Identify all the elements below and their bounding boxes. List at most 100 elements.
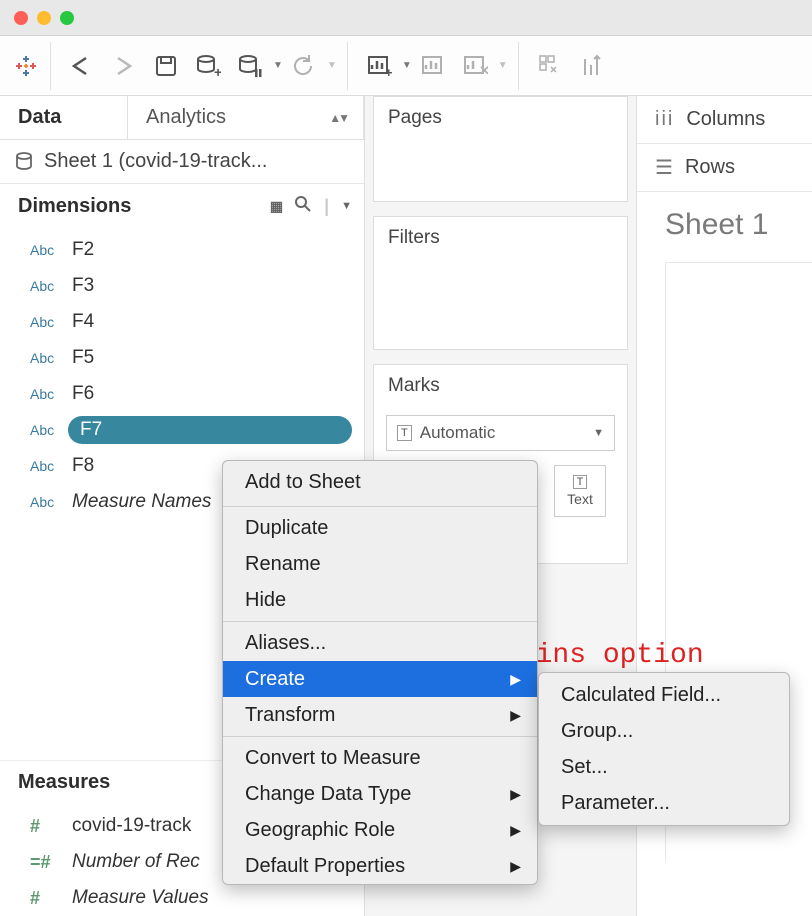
tab-analytics[interactable]: Analytics ▲▼ bbox=[128, 96, 364, 139]
dimension-f7[interactable]: AbcF7 bbox=[0, 412, 364, 448]
abc-type-icon: Abc bbox=[30, 458, 60, 474]
menu-item-convert-to-measure[interactable]: Convert to Measure bbox=[223, 740, 537, 776]
submenu-arrow-icon: ▶ bbox=[510, 858, 521, 875]
menu-item-label: Change Data Type bbox=[245, 783, 411, 806]
menu-item-create[interactable]: Create ▶ bbox=[223, 661, 537, 697]
datasource-row[interactable]: Sheet 1 (covid-19-track... bbox=[0, 140, 364, 184]
menu-item-geographic-role[interactable]: Geographic Role▶ bbox=[223, 812, 537, 848]
dimensions-label: Dimensions bbox=[18, 195, 131, 218]
abc-type-icon: Abc bbox=[30, 242, 60, 258]
submenu-arrow-icon: ▶ bbox=[510, 707, 521, 724]
filters-label: Filters bbox=[374, 217, 627, 259]
svg-text:+: + bbox=[385, 65, 392, 79]
menu-item-label: Transform bbox=[245, 704, 335, 727]
pause-datasource-button[interactable] bbox=[229, 43, 271, 89]
dimension-f4[interactable]: AbcF4 bbox=[0, 304, 364, 340]
refresh-button[interactable] bbox=[283, 43, 325, 89]
marks-label: Marks bbox=[374, 365, 627, 407]
text-type-icon: T bbox=[397, 425, 412, 441]
tableau-logo-icon bbox=[12, 52, 40, 80]
field-name: Number of Rec bbox=[72, 851, 200, 873]
submenu-item-parameter[interactable]: Parameter... bbox=[539, 785, 789, 821]
sort-button[interactable] bbox=[571, 43, 613, 89]
columns-label: Columns bbox=[686, 108, 765, 131]
menu-item-label: Group... bbox=[561, 720, 633, 743]
tab-data[interactable]: Data bbox=[0, 96, 128, 139]
new-worksheet-button[interactable]: + bbox=[358, 43, 400, 89]
filters-shelf[interactable]: Filters bbox=[373, 216, 628, 350]
chevron-down-icon[interactable]: ▼ bbox=[496, 60, 508, 71]
field-name: Measure Values bbox=[72, 887, 209, 909]
minimize-window-button[interactable] bbox=[37, 11, 51, 25]
menu-item-transform[interactable]: Transform ▶ bbox=[223, 697, 537, 733]
abc-type-icon: Abc bbox=[30, 386, 60, 402]
submenu-arrow-icon: ▶ bbox=[510, 671, 521, 688]
datasource-icon bbox=[14, 151, 34, 173]
new-datasource-button[interactable]: + bbox=[187, 43, 229, 89]
menu-item-add-to-sheet[interactable]: Add to Sheet bbox=[223, 461, 537, 503]
close-window-button[interactable] bbox=[14, 11, 28, 25]
submenu-item-calculated-field[interactable]: Calculated Field... bbox=[539, 677, 789, 713]
datasource-label: Sheet 1 (covid-19-track... bbox=[44, 150, 267, 173]
menu-item-label: Default Properties bbox=[245, 855, 405, 878]
dimension-f3[interactable]: AbcF3 bbox=[0, 268, 364, 304]
chevron-down-icon[interactable]: ▼ bbox=[341, 200, 352, 212]
forward-button[interactable] bbox=[103, 43, 145, 89]
duplicate-worksheet-button[interactable] bbox=[412, 43, 454, 89]
svg-text:+: + bbox=[214, 64, 221, 79]
menu-item-label: Calculated Field... bbox=[561, 684, 721, 707]
clear-worksheet-button[interactable]: ✕ bbox=[454, 43, 496, 89]
save-button[interactable] bbox=[145, 43, 187, 89]
submenu-item-group[interactable]: Group... bbox=[539, 713, 789, 749]
menu-item-duplicate[interactable]: Duplicate bbox=[223, 510, 537, 546]
dimension-f2[interactable]: Abc F2 bbox=[0, 232, 364, 268]
sheet-title[interactable]: Sheet 1 bbox=[637, 192, 812, 242]
menu-item-aliases[interactable]: Aliases... bbox=[223, 625, 537, 661]
marks-text-label: Text bbox=[567, 491, 593, 507]
menu-item-default-properties[interactable]: Default Properties ▶ bbox=[223, 848, 537, 884]
submenu-arrow-icon: ▶ bbox=[510, 786, 521, 803]
menu-item-label: Duplicate bbox=[245, 517, 328, 540]
chevron-down-icon[interactable]: ▼ bbox=[271, 60, 283, 71]
rows-icon: ☰ bbox=[655, 155, 673, 180]
updown-icon: ▲▼ bbox=[329, 111, 347, 125]
search-icon[interactable] bbox=[294, 195, 312, 218]
back-button[interactable] bbox=[61, 43, 103, 89]
measure-measure-values[interactable]: #Measure Values bbox=[0, 880, 364, 916]
menu-item-rename[interactable]: Rename bbox=[223, 546, 537, 582]
hash-type-icon: # bbox=[30, 816, 60, 837]
text-icon: T bbox=[573, 475, 588, 489]
menu-item-hide[interactable]: Hide bbox=[223, 582, 537, 618]
abc-type-icon: Abc bbox=[30, 350, 60, 366]
field-name: F3 bbox=[72, 275, 94, 297]
menu-item-label: Geographic Role bbox=[245, 819, 395, 842]
field-name: F8 bbox=[72, 455, 94, 477]
swap-button[interactable] bbox=[529, 43, 571, 89]
columns-shelf[interactable]: iii Columns bbox=[637, 96, 812, 144]
menu-separator bbox=[223, 621, 537, 622]
create-submenu: Calculated Field... Group... Set... Paramet… bbox=[538, 672, 790, 826]
rows-shelf[interactable]: ☰ Rows bbox=[637, 144, 812, 192]
chevron-down-icon[interactable]: ▼ bbox=[400, 60, 412, 71]
field-name: F7 bbox=[68, 416, 352, 444]
menu-item-change-data-type[interactable]: Change Data Type ▶ bbox=[223, 776, 537, 812]
dimension-f6[interactable]: AbcF6 bbox=[0, 376, 364, 412]
field-name: covid-19-track bbox=[72, 815, 191, 837]
submenu-item-set[interactable]: Set... bbox=[539, 749, 789, 785]
view-grid-icon[interactable]: ▦ bbox=[270, 198, 282, 215]
marks-type-dropdown[interactable]: T Automatic ▼ bbox=[386, 415, 615, 451]
field-name: F2 bbox=[72, 239, 94, 261]
marks-text-button[interactable]: T Text bbox=[554, 465, 606, 517]
rows-label: Rows bbox=[685, 156, 735, 179]
abc-type-icon: Abc bbox=[30, 494, 60, 510]
menu-item-label: Create bbox=[245, 668, 305, 691]
tab-analytics-label: Analytics bbox=[146, 106, 226, 129]
dimensions-header: Dimensions ▦ | ▼ bbox=[0, 184, 364, 228]
maximize-window-button[interactable] bbox=[60, 11, 74, 25]
pages-label: Pages bbox=[374, 97, 627, 139]
chevron-down-icon: ▼ bbox=[593, 427, 604, 439]
menu-item-label: Set... bbox=[561, 756, 608, 779]
dimension-f5[interactable]: AbcF5 bbox=[0, 340, 364, 376]
chevron-down-icon[interactable]: ▼ bbox=[325, 60, 337, 71]
pages-shelf[interactable]: Pages bbox=[373, 96, 628, 202]
